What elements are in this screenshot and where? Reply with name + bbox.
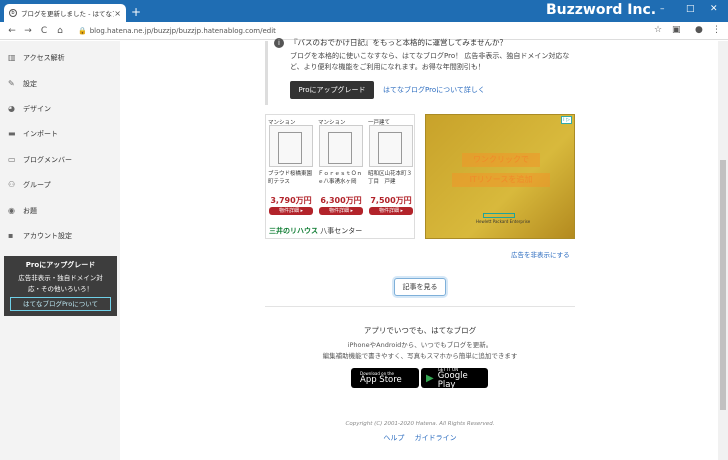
real-estate-ad[interactable]: マンション ブラウド桜橋東園町テラス 3,790万円 物件詳細 ▸ マンション … <box>265 114 415 239</box>
copyright: Copyright (C) 2001-2020 Hatena. All Righ… <box>345 421 495 427</box>
menu-icon[interactable]: ⋮ <box>712 25 721 35</box>
maximize-button[interactable]: □ <box>686 4 695 14</box>
ad-listing[interactable]: マンション ＦｏｒｅｓｔＯｎｅ八事湧水ヶ岡 6,300万円 物件詳細 ▸ <box>316 115 366 240</box>
bookmark-star-icon[interactable]: ☆ <box>654 25 662 35</box>
pro-upgrade-panel: Proにアップグレード 広告非表示・独自ドメイン対 応・その他いろいろ！ はてな… <box>4 256 117 316</box>
sidebar-item-members[interactable]: ▭ ブログメンバー <box>0 147 120 172</box>
help-link[interactable]: ヘルプ <box>383 434 404 442</box>
pro-desc-line: 応・その他いろいろ！ <box>28 285 93 293</box>
tab-close-icon[interactable]: × <box>114 9 121 18</box>
hpe-ad[interactable]: i ▷ ワンクリックで ITリソースを追加 Hewlett Packard En… <box>425 114 575 239</box>
googleplay-big-text: Google Play <box>437 370 468 390</box>
lock-icon: 🔒 <box>78 27 87 35</box>
pro-detail-link[interactable]: はてなブログProについて詳しく <box>383 85 485 95</box>
sidebar-item-label: グループ <box>23 180 51 189</box>
pro-desc-line: 広告非表示・独自ドメイン対 <box>18 274 103 282</box>
browser-tab[interactable]: b ブログを更新しました - はてなブログ × <box>4 4 126 22</box>
app-heading: アプリでいつでも、はてなブログ <box>363 326 477 335</box>
listing-name: ブラウド桜橋東園町テラス <box>268 171 313 185</box>
promo-body: ブログを本格的に使いこなすなら、はてなブログPro！ 広告非表示、独自ドメイン対… <box>290 52 570 71</box>
listing-detail-button[interactable]: 物件詳細 ▸ <box>369 207 413 215</box>
home-button[interactable]: ⌂ <box>52 26 68 36</box>
ad-branch: 八事センター <box>320 227 363 235</box>
profile-icon[interactable]: ● <box>695 25 703 35</box>
ad-headline: ワンクリックで <box>462 153 540 167</box>
favicon-icon: b <box>9 9 17 17</box>
sidebar-item-label: ブログメンバー <box>23 155 72 164</box>
sidebar-item-access[interactable]: ▥ アクセス解析 <box>0 45 120 70</box>
sidebar-item-account[interactable]: ▪ アカウント設定 <box>0 223 120 248</box>
sidebar-item-settings[interactable]: ✎ 設定 <box>0 71 120 96</box>
listing-name: ＦｏｒｅｓｔＯｎｅ八事湧水ヶ岡 <box>318 171 363 185</box>
ad-company: Hewlett Packard Enterprise <box>476 219 531 224</box>
chart-icon: ▥ <box>8 52 16 62</box>
folder-icon: ▭ <box>8 154 16 164</box>
pro-upgrade-button[interactable]: Proにアップグレード <box>290 81 374 99</box>
browser-titlebar: b ブログを更新しました - はてなブログ × + Buzzword Inc. … <box>0 0 728 22</box>
sidebar-item-label: お題 <box>23 206 37 215</box>
listing-price: 3,790万円 <box>270 196 312 205</box>
sidebar-item-label: デザイン <box>23 104 51 113</box>
appstore-big-text: App Store <box>360 375 402 385</box>
extension-icon[interactable]: ▣ <box>672 25 681 35</box>
address-bar[interactable]: 🔒 blog.hatena.ne.jp/buzzjp/buzzjp.hatena… <box>78 25 638 37</box>
pro-heading: Proにアップグレード <box>25 261 96 269</box>
url-text: blog.hatena.ne.jp/buzzjp/buzzjp.hatenabl… <box>89 27 276 35</box>
ad-subheadline: ITリソースを追加 <box>452 173 550 187</box>
floorplan-image <box>369 125 413 167</box>
ad-listing[interactable]: 一戸建て 昭和区山花本町３丁目 戸建 7,500万円 物件詳細 ▸ <box>366 115 416 240</box>
adchoices-icon[interactable]: i ▷ <box>561 116 572 124</box>
pro-promo-card: i 『バスのおでかけ日記』をもっと本格的に運営してみませんか？ ブログを本格的に… <box>265 38 575 105</box>
tab-title: ブログを更新しました - はてなブログ <box>21 10 114 18</box>
view-article-button[interactable]: 記事を見る <box>394 278 446 296</box>
sidebar-item-design[interactable]: ◕ デザイン <box>0 96 120 121</box>
question-icon: i <box>274 38 284 48</box>
pro-description: 広告非表示・独自ドメイン対 応・その他いろいろ！ <box>4 273 117 295</box>
forward-button[interactable]: → <box>20 26 36 36</box>
listing-name: 昭和区山花本町３丁目 戸建 <box>368 171 413 185</box>
back-button[interactable]: ← <box>4 26 20 36</box>
ad-footer: 三井のリハウス 八事センター <box>269 226 362 236</box>
sidebar-item-label: アカウント設定 <box>23 231 72 240</box>
user-icon: ▪ <box>8 230 14 240</box>
app-store-button[interactable]: Download on the App Store <box>351 368 419 388</box>
pro-about-button[interactable]: はてなブログProについて <box>10 297 111 311</box>
listing-price: 6,300万円 <box>320 196 362 205</box>
listing-price: 7,500万円 <box>370 196 412 205</box>
sidebar-item-label: 設定 <box>23 79 37 88</box>
hpe-logo <box>483 213 515 218</box>
scrollbar-thumb[interactable] <box>720 160 726 410</box>
floorplan-image <box>319 125 363 167</box>
floorplan-image <box>269 125 313 167</box>
google-play-icon: ▶ <box>426 372 434 384</box>
group-icon: ⚇ <box>8 179 16 189</box>
promo-title: 『バスのおでかけ日記』をもっと本格的に運営してみませんか？ <box>290 38 508 47</box>
sidebar-item-topic[interactable]: ◉ お題 <box>0 198 120 223</box>
hide-ad-link[interactable]: 広告を非表示にする <box>511 249 570 259</box>
sidebar: ▥ アクセス解析 ✎ 設定 ◕ デザイン ▬ インポート ▭ ブログメンバー ⚇… <box>0 41 120 460</box>
reload-button[interactable]: C <box>36 26 52 36</box>
wrench-icon: ✎ <box>8 78 15 88</box>
sidebar-item-group[interactable]: ⚇ グループ <box>0 172 120 197</box>
app-desc-line: iPhoneやAndroidから、いつでもブログを更新。 <box>347 341 493 349</box>
truck-icon: ▬ <box>8 128 16 138</box>
close-window-button[interactable]: ✕ <box>710 4 718 14</box>
palette-icon: ◕ <box>8 103 15 113</box>
minimize-button[interactable]: – <box>660 4 665 14</box>
sidebar-item-label: アクセス解析 <box>23 53 65 62</box>
ad-listing[interactable]: マンション ブラウド桜橋東園町テラス 3,790万円 物件詳細 ▸ <box>266 115 316 240</box>
listing-detail-button[interactable]: 物件詳細 ▸ <box>319 207 363 215</box>
sidebar-item-label: インポート <box>23 129 58 138</box>
google-play-button[interactable]: ▶ GET IT ON Google Play <box>421 367 488 390</box>
guideline-link[interactable]: ガイドライン <box>415 434 457 442</box>
footer-links: ヘルプ ガイドライン <box>265 433 575 443</box>
app-desc-line: 編集補助機能で書きやすく、写真もスマホから簡単に追加できます <box>322 352 518 360</box>
brand-watermark: Buzzword Inc. <box>546 2 657 18</box>
new-tab-button[interactable]: + <box>131 5 141 19</box>
chat-icon: ◉ <box>8 205 15 215</box>
listing-detail-button[interactable]: 物件詳細 ▸ <box>269 207 313 215</box>
sidebar-item-import[interactable]: ▬ インポート <box>0 121 120 146</box>
ad-brand: 三井のリハウス <box>269 227 318 235</box>
divider <box>265 306 575 307</box>
